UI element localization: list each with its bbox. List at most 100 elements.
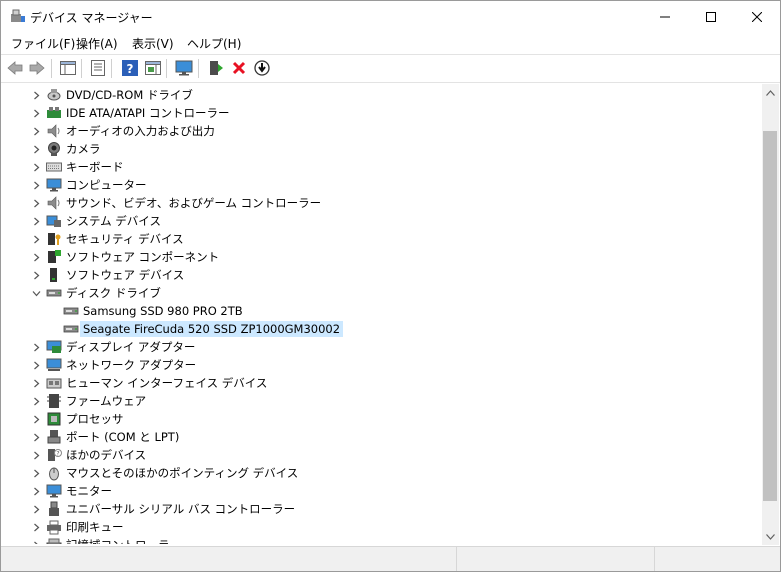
vertical-scrollbar[interactable]: [762, 84, 779, 545]
back-button[interactable]: [6, 59, 24, 77]
tree-category-row[interactable]: プロセッサ: [2, 410, 762, 428]
firmware-icon: [47, 394, 61, 408]
printer-icon: [47, 520, 61, 535]
chevron-right-icon[interactable]: [30, 467, 42, 479]
tree-category-row[interactable]: ヒューマン インターフェイス デバイス: [2, 374, 762, 392]
svg-text:?: ?: [127, 62, 134, 76]
tree-category-row[interactable]: マウスとそのほかのポインティング デバイス: [2, 464, 762, 482]
tree-item-label: ほかのデバイス: [66, 448, 147, 462]
chevron-right-icon[interactable]: [30, 125, 42, 137]
menu-view[interactable]: 表示(V): [132, 35, 174, 52]
tree-category-row[interactable]: DVD/CD-ROM ドライブ: [2, 86, 762, 104]
tree-category-row[interactable]: システム デバイス: [2, 212, 762, 230]
tree-category-row[interactable]: ソフトウェア デバイス: [2, 266, 762, 284]
scroll-up-button[interactable]: [762, 84, 779, 101]
scan-hardware-changes-button[interactable]: [175, 59, 193, 77]
tree-item-label: Samsung SSD 980 PRO 2TB: [83, 304, 243, 318]
disable-device-button[interactable]: [253, 59, 271, 77]
tree-category-row[interactable]: モニター: [2, 482, 762, 500]
software-component-icon: [48, 250, 61, 263]
action-pane-button[interactable]: [144, 59, 162, 77]
chevron-right-icon[interactable]: [30, 233, 42, 245]
tree-category-row[interactable]: コンピューター: [2, 176, 762, 194]
hid-icon: [46, 378, 62, 389]
tree-category-row[interactable]: ユニバーサル シリアル バス コントローラー: [2, 500, 762, 518]
properties-button[interactable]: [89, 59, 107, 77]
chevron-right-icon[interactable]: [30, 449, 42, 461]
tree-item-label: オーディオの入力および出力: [66, 124, 215, 138]
chevron-right-icon[interactable]: [30, 359, 42, 371]
tree-item-label: ソフトウェア コンポーネント: [66, 250, 220, 264]
help-button[interactable]: ?: [121, 59, 139, 77]
chevron-right-icon[interactable]: [30, 503, 42, 515]
speaker-icon: [47, 124, 60, 138]
tree-category-row[interactable]: 記憶域コントローラー: [2, 536, 762, 544]
chevron-right-icon[interactable]: [30, 161, 42, 173]
monitor-icon: [46, 484, 62, 498]
tree-category-row[interactable]: セキュリティ デバイス: [2, 230, 762, 248]
chevron-down-icon: [766, 533, 775, 540]
system-device-icon: [46, 215, 61, 227]
other-device-icon: ?: [48, 449, 62, 461]
scroll-thumb[interactable]: [763, 131, 777, 501]
forward-button[interactable]: [28, 59, 46, 77]
tree-item-label: マウスとそのほかのポインティング デバイス: [66, 466, 299, 480]
tree-device-row[interactable]: Seagate FireCuda 520 SSD ZP1000GM30002: [2, 320, 762, 338]
chevron-right-icon[interactable]: [30, 107, 42, 119]
tree-item-label: セキュリティ デバイス: [66, 232, 184, 246]
tree-category-row[interactable]: ? ほかのデバイス: [2, 446, 762, 464]
tree-item-label: ユニバーサル シリアル バス コントローラー: [66, 502, 296, 516]
chevron-right-icon[interactable]: [30, 377, 42, 389]
tree-item-label: カメラ: [66, 142, 101, 156]
chevron-right-icon[interactable]: [30, 539, 42, 544]
tree-category-row[interactable]: ディスク ドライブ: [2, 284, 762, 302]
chevron-right-icon[interactable]: [30, 395, 42, 407]
chevron-right-icon[interactable]: [30, 413, 42, 425]
disk-drive-icon: [46, 289, 62, 297]
tree-category-row[interactable]: キーボード: [2, 158, 762, 176]
storage-controller-icon: [46, 538, 62, 544]
tree-category-row[interactable]: ソフトウェア コンポーネント: [2, 248, 762, 266]
show-hide-console-tree-button[interactable]: [59, 59, 77, 77]
menu-help[interactable]: ヘルプ(H): [187, 35, 241, 52]
tree-category-row[interactable]: オーディオの入力および出力: [2, 122, 762, 140]
status-bar: [1, 546, 780, 571]
security-device-icon: [48, 233, 61, 245]
tree-category-row[interactable]: 印刷キュー: [2, 518, 762, 536]
scroll-down-button[interactable]: [762, 528, 779, 545]
minimize-button[interactable]: [642, 1, 688, 32]
tree-category-row[interactable]: ポート (COM と LPT): [2, 428, 762, 446]
chevron-right-icon[interactable]: [30, 143, 42, 155]
tree-device-row[interactable]: Samsung SSD 980 PRO 2TB: [2, 302, 762, 320]
tree-category-row[interactable]: ファームウェア: [2, 392, 762, 410]
close-button[interactable]: [734, 1, 780, 32]
chevron-right-icon[interactable]: [30, 215, 42, 227]
update-driver-button[interactable]: [207, 59, 225, 77]
mouse-icon: [49, 467, 59, 481]
chevron-right-icon[interactable]: [30, 269, 42, 281]
tree-item-label: ディスプレイ アダプター: [66, 340, 196, 354]
tree-category-row[interactable]: ネットワーク アダプター: [2, 356, 762, 374]
chevron-right-icon[interactable]: [30, 431, 42, 443]
chevron-right-icon[interactable]: [30, 251, 42, 263]
tree-category-row[interactable]: IDE ATA/ATAPI コントローラー: [2, 104, 762, 122]
maximize-button[interactable]: [688, 1, 734, 32]
chevron-right-icon[interactable]: [30, 179, 42, 191]
tree-category-row[interactable]: サウンド、ビデオ、およびゲーム コントローラー: [2, 194, 762, 212]
menu-bar: ファイル(F) 操作(A) 表示(V) ヘルプ(H): [1, 32, 780, 53]
chevron-right-icon[interactable]: [30, 521, 42, 533]
scan-monitor-icon: [175, 60, 193, 76]
chevron-right-icon[interactable]: [30, 197, 42, 209]
tree-item-label: システム デバイス: [66, 214, 161, 228]
menu-file[interactable]: ファイル(F): [11, 35, 75, 52]
chevron-down-icon[interactable]: [30, 287, 42, 299]
chevron-right-icon[interactable]: [30, 89, 42, 101]
usb-icon: [49, 501, 59, 516]
chevron-right-icon[interactable]: [30, 485, 42, 497]
camera-icon: [48, 142, 60, 156]
tree-category-row[interactable]: カメラ: [2, 140, 762, 158]
menu-action[interactable]: 操作(A): [76, 35, 118, 52]
chevron-right-icon[interactable]: [30, 341, 42, 353]
tree-category-row[interactable]: ディスプレイ アダプター: [2, 338, 762, 356]
uninstall-device-button[interactable]: [230, 59, 248, 77]
